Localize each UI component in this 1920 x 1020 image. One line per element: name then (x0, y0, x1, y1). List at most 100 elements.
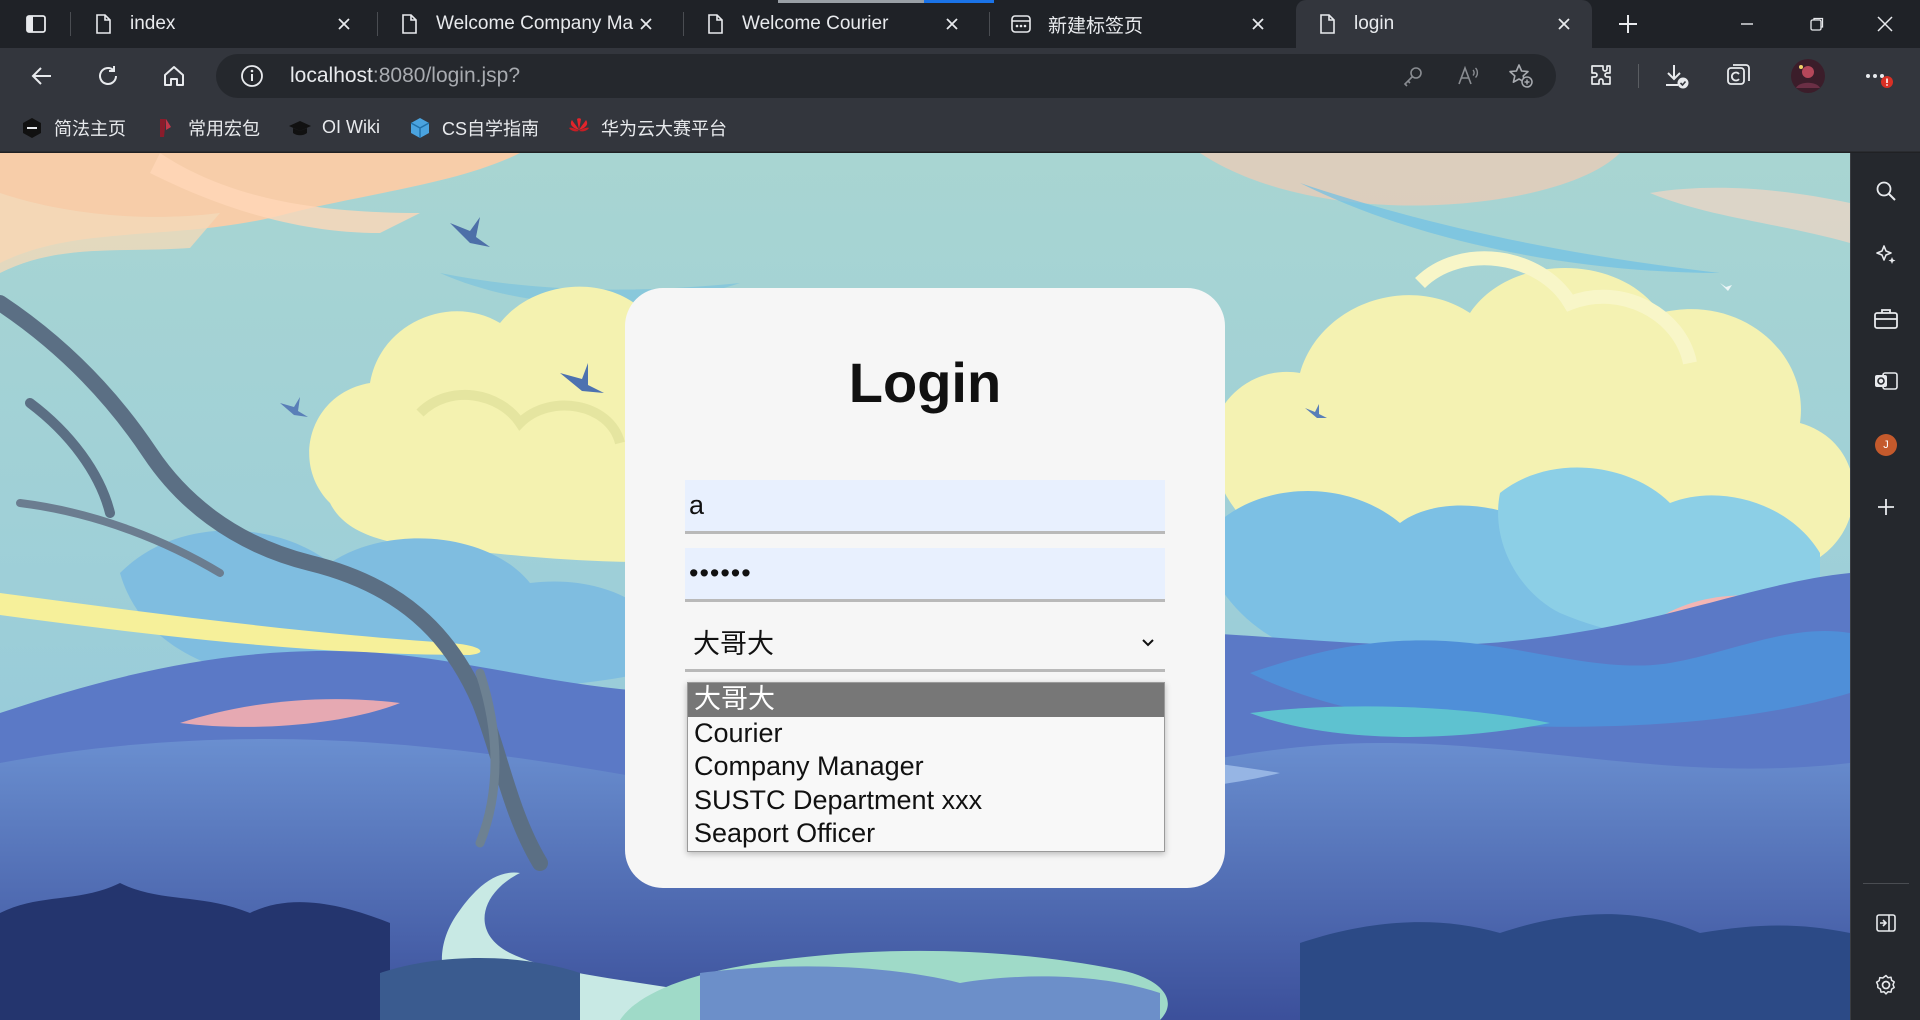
tab-index[interactable]: index (72, 0, 372, 48)
sidebar-add-button[interactable] (1866, 487, 1906, 527)
sidebar-tools-button[interactable] (1866, 299, 1906, 339)
restore-icon (1810, 17, 1824, 31)
tab-login[interactable]: login (1296, 0, 1592, 48)
newtab-icon (1011, 15, 1031, 33)
tab-welcome-company-manager[interactable]: Welcome Company Manag (378, 0, 674, 48)
close-tab-button[interactable] (940, 12, 964, 36)
close-icon (1558, 18, 1570, 30)
sidebar-profile-button[interactable]: J (1866, 425, 1906, 465)
collections-button[interactable] (1718, 56, 1758, 96)
chevron-down-icon (1142, 638, 1154, 646)
restore-button[interactable] (1794, 0, 1840, 48)
role-dropdown-list: 大哥大 Courier Company Manager SUSTC Depart… (687, 682, 1165, 852)
info-icon (241, 65, 263, 87)
sidebar-copilot-button[interactable] (1866, 235, 1906, 275)
password-key-button[interactable] (1402, 65, 1424, 87)
bookmark-label: CS自学指南 (442, 118, 540, 139)
close-tab-button[interactable] (1246, 12, 1270, 36)
tab-title: login (1354, 13, 1395, 34)
bookmark-label: 常用宏包 (188, 118, 260, 139)
url-host: localhost (290, 64, 373, 87)
role-select-value: 大哥大 (693, 629, 774, 659)
home-icon (164, 66, 184, 86)
outlook-icon (1875, 372, 1898, 390)
role-option[interactable]: 大哥大 (688, 683, 1164, 717)
new-tab-button[interactable] (1606, 0, 1650, 48)
close-icon (946, 18, 958, 30)
bookmark-item[interactable]: OI Wiki (288, 110, 390, 146)
site-info-button[interactable] (240, 64, 264, 88)
sidebar-search-button[interactable] (1866, 171, 1906, 211)
puzzle-icon (1591, 65, 1611, 85)
huawei-icon (569, 117, 590, 131)
role-option[interactable]: Seaport Officer (688, 817, 1164, 851)
role-option[interactable]: Company Manager (688, 750, 1164, 784)
key-icon (1403, 67, 1422, 87)
username-input[interactable]: a (685, 480, 1165, 534)
page-icon (708, 14, 723, 34)
refresh-button[interactable] (88, 56, 128, 96)
page-icon (96, 14, 111, 34)
avatar (1791, 59, 1825, 93)
downloads-button[interactable] (1656, 56, 1696, 96)
tab-title: 新建标签页 (1048, 15, 1144, 37)
profile-button[interactable] (1788, 56, 1828, 96)
role-option[interactable]: SUSTC Department xxx (688, 784, 1164, 818)
profile-letter: J (1883, 439, 1889, 451)
plus-icon (1619, 15, 1637, 33)
sidebar-collapse-button[interactable] (1866, 903, 1906, 943)
bookmarks-bar: 简法主页 常用宏包 OI Wiki CS自学指南 华为云大赛平台 (0, 104, 1920, 152)
bookmark-item[interactable]: 简法主页 (20, 110, 136, 146)
tab-welcome-courier[interactable]: Welcome Courier (684, 0, 980, 48)
hexagon-icon (23, 117, 41, 138)
read-aloud-button[interactable] (1456, 64, 1480, 88)
address-bar[interactable]: localhost:8080/login.jsp? (216, 54, 1556, 98)
add-favorite-button[interactable] (1508, 63, 1534, 89)
url-text[interactable]: localhost:8080/login.jsp? (290, 54, 520, 98)
web-page: Login a •••••• 大哥大 大哥大 Courier Company M… (0, 153, 1850, 1020)
sidebar-settings-button[interactable] (1866, 965, 1906, 1005)
close-icon (640, 18, 652, 30)
cube-icon (410, 117, 430, 138)
bookmark-item[interactable]: 常用宏包 (154, 110, 270, 146)
back-button[interactable] (22, 56, 62, 96)
page-icon (402, 14, 417, 34)
page-icon (1320, 14, 1335, 34)
tab-title: Welcome Company Manag (436, 13, 634, 34)
role-option[interactable]: Courier (688, 717, 1164, 751)
tab-title: index (130, 13, 176, 34)
navigation-toolbar: localhost:8080/login.jsp? (0, 48, 1920, 104)
graduation-cap-icon (289, 120, 311, 135)
minimize-button[interactable] (1724, 0, 1770, 48)
settings-more-button[interactable] (1858, 56, 1898, 96)
bookmark-item[interactable]: 华为云大赛平台 (567, 110, 737, 146)
close-window-button[interactable] (1862, 0, 1908, 48)
back-arrow-icon (31, 67, 51, 85)
close-tab-button[interactable] (332, 12, 356, 36)
bookmark-red-icon (160, 118, 171, 137)
close-tab-button[interactable] (634, 12, 658, 36)
close-icon (338, 18, 350, 30)
bookmark-label: 华为云大赛平台 (601, 118, 728, 139)
bookmark-item[interactable]: CS自学指南 (408, 110, 549, 146)
close-icon (1252, 18, 1264, 30)
minimize-icon (1741, 23, 1753, 25)
panel-collapse-icon (1876, 914, 1896, 932)
tab-actions-icon (26, 15, 46, 33)
search-icon (1876, 181, 1896, 201)
collections-icon (1727, 64, 1750, 85)
extensions-button[interactable] (1582, 56, 1622, 96)
title-bar: index Welcome Company Manag Welcome Cour… (0, 0, 1920, 48)
bookmark-label: OI Wiki (322, 117, 380, 137)
download-icon (1666, 65, 1689, 89)
tab-actions-button[interactable] (14, 0, 58, 48)
password-input[interactable]: •••••• (685, 548, 1165, 602)
sidebar-outlook-button[interactable] (1866, 361, 1906, 401)
url-path: :8080/login.jsp? (372, 64, 521, 87)
tab-new-tab[interactable]: 新建标签页 (990, 0, 1286, 48)
bookmark-label: 简法主页 (54, 118, 126, 139)
close-tab-button[interactable] (1552, 12, 1576, 36)
home-button[interactable] (154, 56, 194, 96)
role-select[interactable]: 大哥大 (685, 614, 1165, 672)
close-icon (1877, 16, 1893, 32)
